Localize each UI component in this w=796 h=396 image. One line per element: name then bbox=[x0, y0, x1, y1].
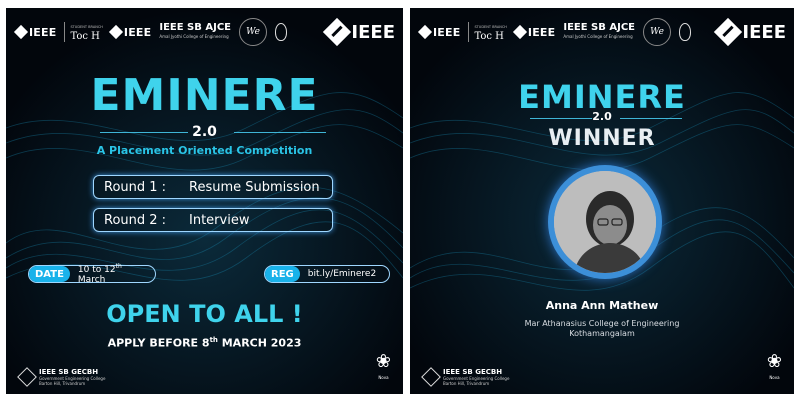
winner-college-location: Kothamangalam bbox=[569, 329, 635, 338]
sponsor-logos: IEEE STUDENT BRANCH Toc H IEEE IEEE SB AJ… bbox=[417, 17, 786, 47]
wie-logo: We bbox=[239, 18, 267, 46]
toch-logo: STUDENT BRANCH Toc H bbox=[468, 22, 507, 42]
ieee-kerala-logo: IEEE bbox=[108, 24, 151, 40]
event-version: 2.0 bbox=[192, 124, 217, 140]
poster-announcement: IEEE STUDENT BRANCH Toc H IEEE IEEE SB AJ… bbox=[6, 8, 403, 394]
person-silhouette-icon bbox=[554, 171, 656, 273]
ieee-big-diamond-icon bbox=[323, 17, 352, 47]
open-to-all-heading: OPEN TO ALL ! bbox=[106, 300, 303, 328]
ieee-diamond-icon bbox=[417, 24, 433, 40]
reg-link[interactable]: bit.ly/Eminere2 bbox=[300, 269, 384, 279]
designer-signature: ❀ Nova bbox=[375, 351, 391, 381]
ieee-main-logo: IEEE bbox=[323, 17, 395, 47]
footer-host: IEEE SB GECBH Government Engineering Col… bbox=[17, 367, 105, 387]
winner-name: Anna Ann Mathew bbox=[545, 299, 659, 312]
reg-tag: REG bbox=[265, 266, 300, 282]
date-value: 10 to 12th March bbox=[77, 263, 122, 285]
toch-logo: STUDENT BRANCH Toc H bbox=[64, 22, 103, 42]
ieee-diamond-icon bbox=[108, 24, 123, 40]
round-1-value: Resume Submission bbox=[189, 179, 320, 195]
sb-ajce-logo: IEEE SB AJCE Amal Jyothi College of Engin… bbox=[159, 22, 231, 40]
sponsor-logos: IEEE STUDENT BRANCH Toc H IEEE IEEE SB AJ… bbox=[13, 17, 395, 47]
sb-ajce-logo: IEEE SB AJCE Amal Jyothi College of Engin… bbox=[563, 22, 635, 40]
wie-logo: We bbox=[643, 18, 671, 46]
ieee-logo: IEEE bbox=[13, 24, 56, 40]
event-version: 2.0 bbox=[592, 110, 612, 123]
ieee-big-diamond-icon bbox=[714, 17, 743, 47]
round-2-label: Round 2 : bbox=[104, 212, 167, 228]
ieee-diamond-icon bbox=[512, 24, 527, 40]
poster-winner: IEEE STUDENT BRANCH Toc H IEEE IEEE SB AJ… bbox=[410, 8, 794, 394]
event-tagline: A Placement Oriented Competition bbox=[96, 144, 313, 157]
winner-photo-ring bbox=[548, 165, 662, 279]
apply-deadline: APPLY BEFORE 8th MARCH 2023 bbox=[107, 336, 302, 350]
gecbh-logo-icon bbox=[421, 367, 441, 387]
ieee-diamond-icon bbox=[13, 24, 29, 40]
designer-signature: ❀ Nova bbox=[766, 351, 782, 381]
event-title: EMINERE bbox=[90, 70, 319, 121]
round-2-box: Round 2 : Interview bbox=[93, 208, 333, 232]
gecbh-logo-icon bbox=[17, 367, 37, 387]
reg-pill[interactable]: REG bit.ly/Eminere2 bbox=[264, 265, 390, 283]
ieee-kerala-logo: IEEE bbox=[512, 24, 555, 40]
round-1-box: Round 1 : Resume Submission bbox=[93, 175, 333, 199]
date-pill: DATE 10 to 12th March bbox=[28, 263, 156, 285]
date-tag: DATE bbox=[29, 266, 70, 282]
flame-logo-icon bbox=[275, 23, 287, 41]
winner-college: Mar Athanasius College of Engineering bbox=[524, 319, 680, 328]
ieee-main-logo: IEEE bbox=[714, 17, 786, 47]
round-2-value: Interview bbox=[189, 212, 250, 228]
flame-logo-icon bbox=[679, 23, 691, 41]
round-1-label: Round 1 : bbox=[104, 179, 167, 195]
winner-photo bbox=[554, 171, 656, 273]
ieee-logo: IEEE bbox=[417, 24, 460, 40]
winner-heading: WINNER bbox=[548, 126, 656, 151]
footer-host: IEEE SB GECBH Government Engineering Col… bbox=[421, 367, 509, 387]
